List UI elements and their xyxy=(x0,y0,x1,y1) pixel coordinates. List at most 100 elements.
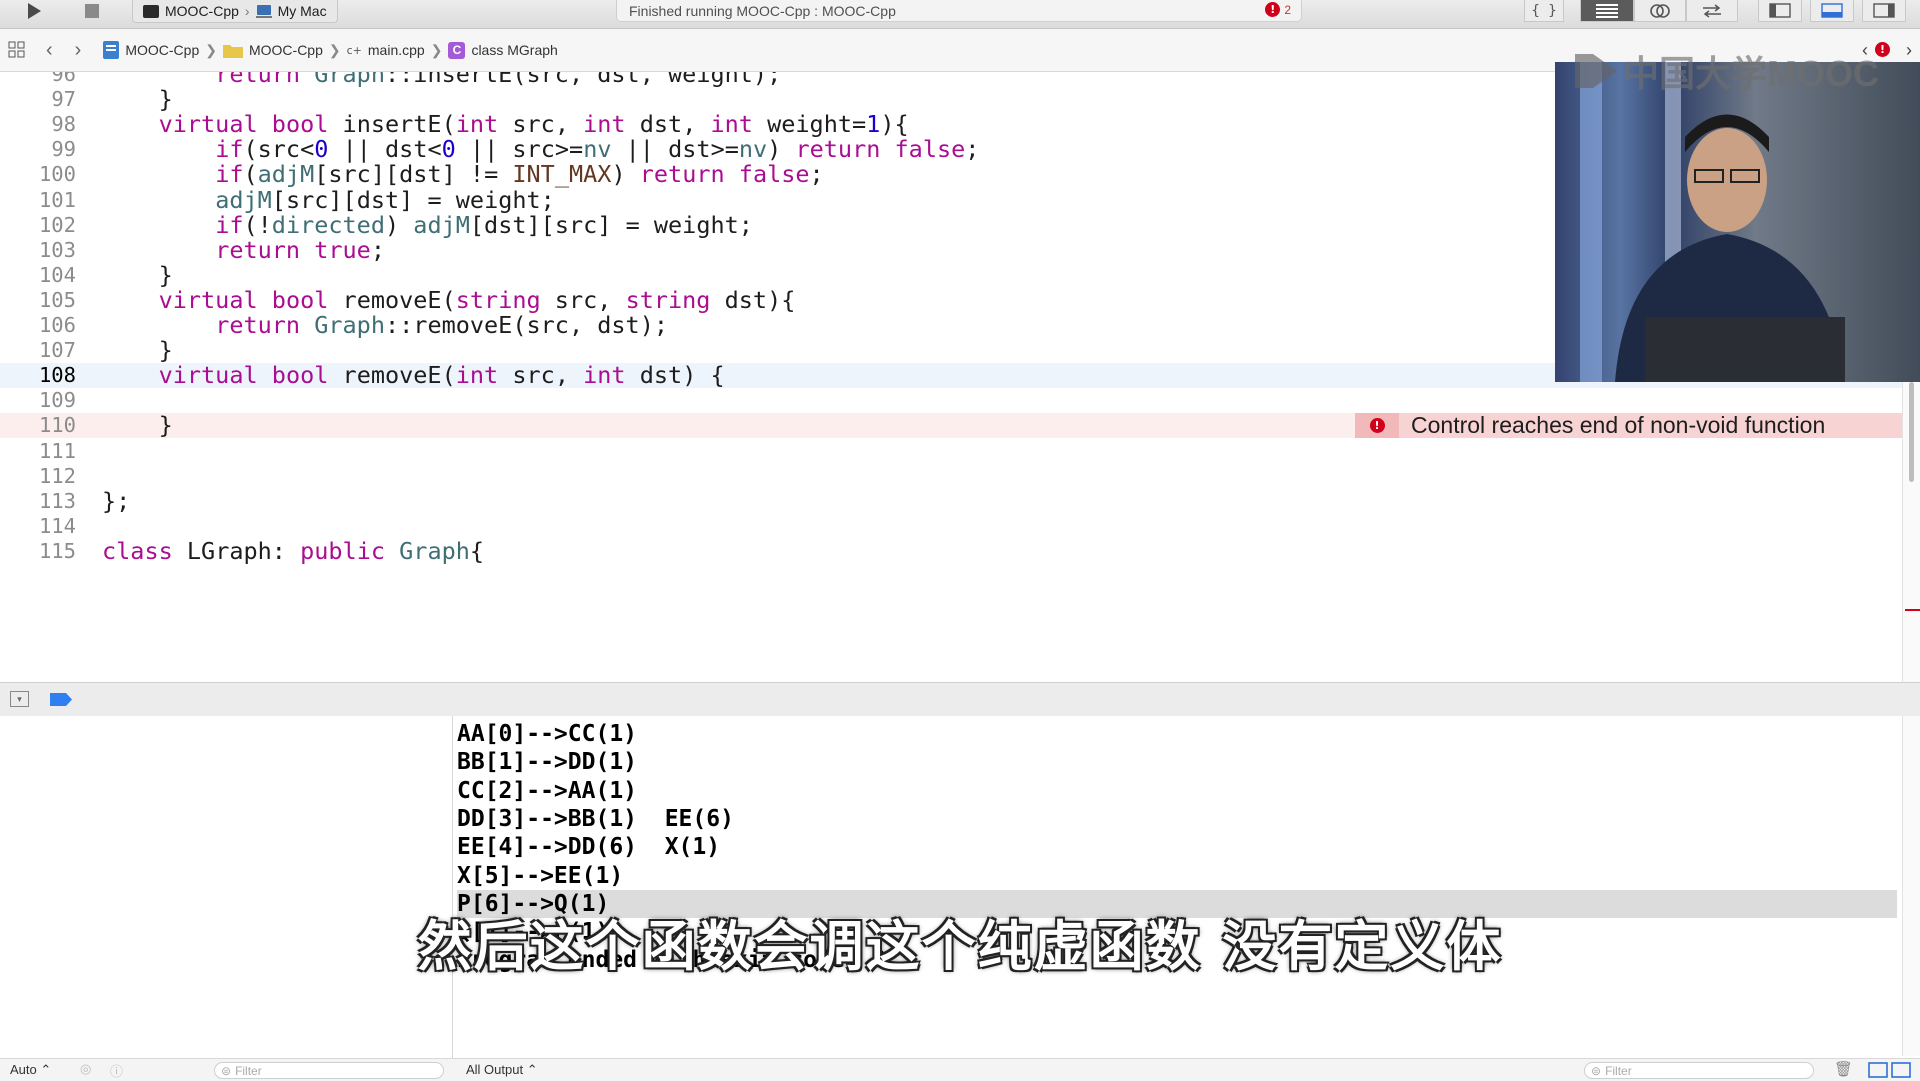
console-filter[interactable]: ⊜ Filter xyxy=(1584,1062,1814,1079)
code-text: virtual bool removeE(string src, string … xyxy=(158,285,796,314)
bottom-panel-icon xyxy=(1821,3,1843,18)
output-label: All Output xyxy=(466,1062,524,1077)
mooc-watermark: 中国大学MOOC xyxy=(1575,45,1879,97)
code-text: if(src<0 || dst<0 || src>=nv || dst>=nv)… xyxy=(215,135,980,164)
code-line[interactable]: 112 xyxy=(0,464,1902,489)
line-number: 106 xyxy=(38,313,76,337)
watermark-text: 中国大学MOOC xyxy=(1623,53,1879,94)
line-number: 97 xyxy=(51,87,76,112)
console-scrollbar[interactable] xyxy=(1902,716,1920,1056)
code-text: } xyxy=(158,336,173,365)
toggle-debug-area-button[interactable] xyxy=(1810,0,1854,22)
line-number: 113 xyxy=(38,488,76,513)
code-text: return Graph::removeE(src, dst); xyxy=(215,311,669,339)
related-items-icon[interactable] xyxy=(8,41,28,59)
console-line: EE[4]-->DD(6) X(1) xyxy=(457,834,721,861)
terminal-icon xyxy=(143,4,159,18)
console-line: X[5]-->EE(1) xyxy=(457,862,624,889)
line-number: 101 xyxy=(38,187,76,212)
jumpbar-symbol-label: class MGraph xyxy=(471,42,558,58)
filter-icon: ⊜ xyxy=(1591,1063,1602,1078)
back-arrow-icon[interactable]: ‹ xyxy=(46,39,53,62)
activity-status: Finished running MOOC-Cpp : MOOC-Cpp xyxy=(629,2,896,19)
jumpbar-folder[interactable]: MOOC-Cpp xyxy=(222,42,323,58)
jumpbar-folder-label: MOOC-Cpp xyxy=(248,42,323,58)
line-number: 99 xyxy=(51,137,76,162)
stop-button[interactable] xyxy=(72,0,112,22)
toolbar: MOOC-Cpp › My Mac Finished running MOOC-… xyxy=(0,0,1920,29)
console-line: AA[0]-->CC(1) xyxy=(457,721,638,747)
console-line: DD[3]-->BB(1) EE(6) xyxy=(457,805,734,832)
output-selector[interactable]: All Output ⌃ xyxy=(466,1062,538,1078)
trash-icon[interactable]: 🗑 xyxy=(1834,1060,1853,1078)
cpp-file-icon: c+ xyxy=(346,43,362,57)
braces-icon: { } xyxy=(1531,2,1557,19)
code-line[interactable]: 113}; xyxy=(0,486,1902,515)
variables-filter[interactable]: ⊜ Filter xyxy=(214,1062,444,1079)
scheme-selector[interactable]: MOOC-Cpp › My Mac xyxy=(132,0,338,23)
code-text: if(!directed) adjM[dst][src] = weight; xyxy=(215,210,753,239)
forward-arrow-icon[interactable]: › xyxy=(75,39,82,62)
chevron-right-icon: ❯ xyxy=(430,41,443,58)
activity-viewer: Finished running MOOC-Cpp : MOOC-Cpp ! 2 xyxy=(616,0,1302,22)
class-icon: C xyxy=(448,41,466,59)
error-annotation[interactable]: ! Control reaches end of non-void functio… xyxy=(1355,412,1902,439)
info-icon[interactable]: ⓘ xyxy=(110,1061,123,1080)
right-panel-icon xyxy=(1873,3,1895,18)
code-line[interactable]: 114 xyxy=(0,514,1902,539)
error-indicator[interactable]: ! 2 xyxy=(1265,2,1291,17)
breakpoint-icon[interactable] xyxy=(50,693,72,706)
code-line[interactable]: 111 xyxy=(0,439,1902,464)
hide-debug-area-button[interactable]: ▾ xyxy=(10,691,29,707)
toggle-utilities-button[interactable] xyxy=(1862,0,1906,22)
code-text: }; xyxy=(102,486,131,515)
debug-bar: ▾ xyxy=(0,682,1920,717)
issue-nav-forward-icon[interactable]: › xyxy=(1906,40,1912,61)
rings-icon xyxy=(1650,3,1670,18)
standard-editor-button[interactable] xyxy=(1580,0,1634,22)
console-line: BB[1]-->DD(1) xyxy=(457,749,638,776)
toggle-navigator-button[interactable] xyxy=(1758,0,1802,22)
video-subtitle: 然后这个函数会调这个纯虚函数 没有定义体 xyxy=(417,915,1503,978)
version-editor-button[interactable] xyxy=(1686,0,1738,22)
line-number: 105 xyxy=(38,287,76,312)
play-icon xyxy=(28,3,41,19)
code-snippet-button[interactable]: { } xyxy=(1524,0,1564,22)
error-icon: ! xyxy=(1265,2,1281,17)
code-line[interactable]: 115 class LGraph: public Graph{ xyxy=(0,536,1902,565)
code-text: } xyxy=(158,85,173,114)
code-text: adjM[src][dst] = weight; xyxy=(215,185,555,214)
jumpbar-symbol[interactable]: C class MGraph xyxy=(448,41,558,59)
line-number: 115 xyxy=(38,538,76,563)
code-line[interactable]: 109 xyxy=(0,388,1902,413)
split-view-icon[interactable] xyxy=(1868,1062,1912,1078)
error-icon: ! xyxy=(1355,413,1399,439)
chevron-right-icon: › xyxy=(244,3,250,19)
line-number: 111 xyxy=(38,438,76,463)
jumpbar-file[interactable]: c+ main.cpp xyxy=(347,42,425,58)
lecture-video xyxy=(1555,62,1920,382)
assistant-editor-button[interactable] xyxy=(1634,0,1686,22)
lecturer-image xyxy=(1555,62,1920,382)
line-number: 114 xyxy=(38,513,76,538)
variables-view[interactable] xyxy=(0,716,453,1080)
filter-icon: ⊜ xyxy=(221,1063,232,1078)
console-line: CC[2]-->AA(1) xyxy=(457,777,638,804)
error-marker xyxy=(1905,609,1920,611)
eye-icon[interactable]: ◎ xyxy=(80,1061,91,1077)
auto-selector[interactable]: Auto ⌃ xyxy=(10,1062,51,1078)
line-number: 112 xyxy=(38,463,76,488)
jumpbar-project-label: MOOC-Cpp xyxy=(125,42,200,58)
error-count: 2 xyxy=(1284,2,1291,17)
line-number: 107 xyxy=(38,338,76,363)
code-text: virtual bool insertE(int src, int dst, i… xyxy=(158,110,909,139)
code-text: class LGraph: public Graph{ xyxy=(102,536,485,565)
scrollbar-thumb[interactable] xyxy=(1909,382,1914,482)
line-number: 110 xyxy=(38,413,76,438)
line-number: 96 xyxy=(51,72,76,86)
run-button[interactable] xyxy=(14,0,54,22)
chevron-right-icon: ❯ xyxy=(328,41,341,58)
line-number: 98 xyxy=(51,112,76,137)
jumpbar-project[interactable]: MOOC-Cpp xyxy=(103,41,199,59)
console-output[interactable]: AA[0]-->CC(1) BB[1]-->DD(1) CC[2]-->AA(1) D… xyxy=(453,716,1902,1056)
